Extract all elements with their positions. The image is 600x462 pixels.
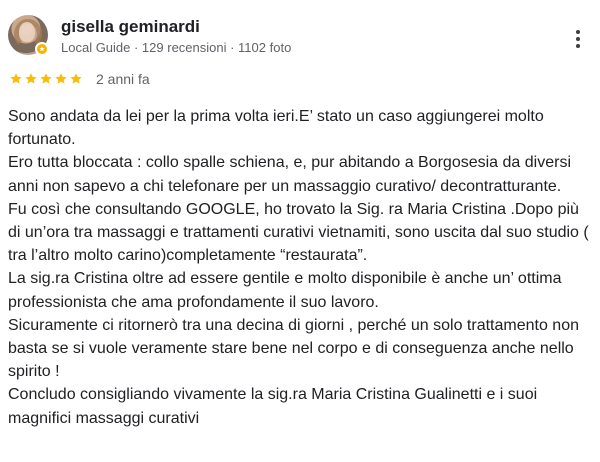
review-paragraph: Sono andata da lei per la prima volta ie… bbox=[8, 108, 544, 149]
star-icon bbox=[55, 73, 67, 84]
rating-row: 2 anni fa bbox=[9, 71, 150, 87]
review-paragraph: Sicuramente ci ritornerò tra una decina … bbox=[8, 316, 579, 381]
star-icon bbox=[25, 73, 37, 84]
review-card: gisella geminardi Local Guide · 129 rece… bbox=[0, 0, 600, 462]
review-paragraph: Concludo consigliando vivamente la sig.r… bbox=[8, 386, 538, 427]
badge-star-icon bbox=[39, 46, 45, 52]
review-paragraph: Fu così che consultando GOOGLE, ho trova… bbox=[8, 200, 589, 265]
star-icon bbox=[40, 73, 52, 84]
reviewer-avatar[interactable] bbox=[8, 15, 49, 56]
star-icon bbox=[10, 73, 22, 84]
review-paragraph: La sig.ra Cristina oltre ad essere genti… bbox=[8, 270, 562, 311]
review-paragraph: Ero tutta bloccata : collo spalle schien… bbox=[8, 154, 571, 195]
avatar-face-shape bbox=[19, 22, 35, 42]
reviewer-meta: Local Guide · 129 recensioni · 1102 foto bbox=[61, 40, 292, 55]
more-vertical-icon bbox=[576, 30, 580, 34]
review-date: 2 anni fa bbox=[96, 71, 150, 87]
star-icon bbox=[70, 73, 82, 84]
more-options-button[interactable] bbox=[569, 24, 589, 54]
more-vertical-icon-dot bbox=[576, 44, 580, 48]
review-text: Sono andata da lei per la prima volta ie… bbox=[8, 105, 592, 430]
local-guide-badge-icon bbox=[35, 42, 49, 56]
reviewer-name[interactable]: gisella geminardi bbox=[61, 17, 200, 37]
more-vertical-icon-dot bbox=[576, 37, 580, 41]
